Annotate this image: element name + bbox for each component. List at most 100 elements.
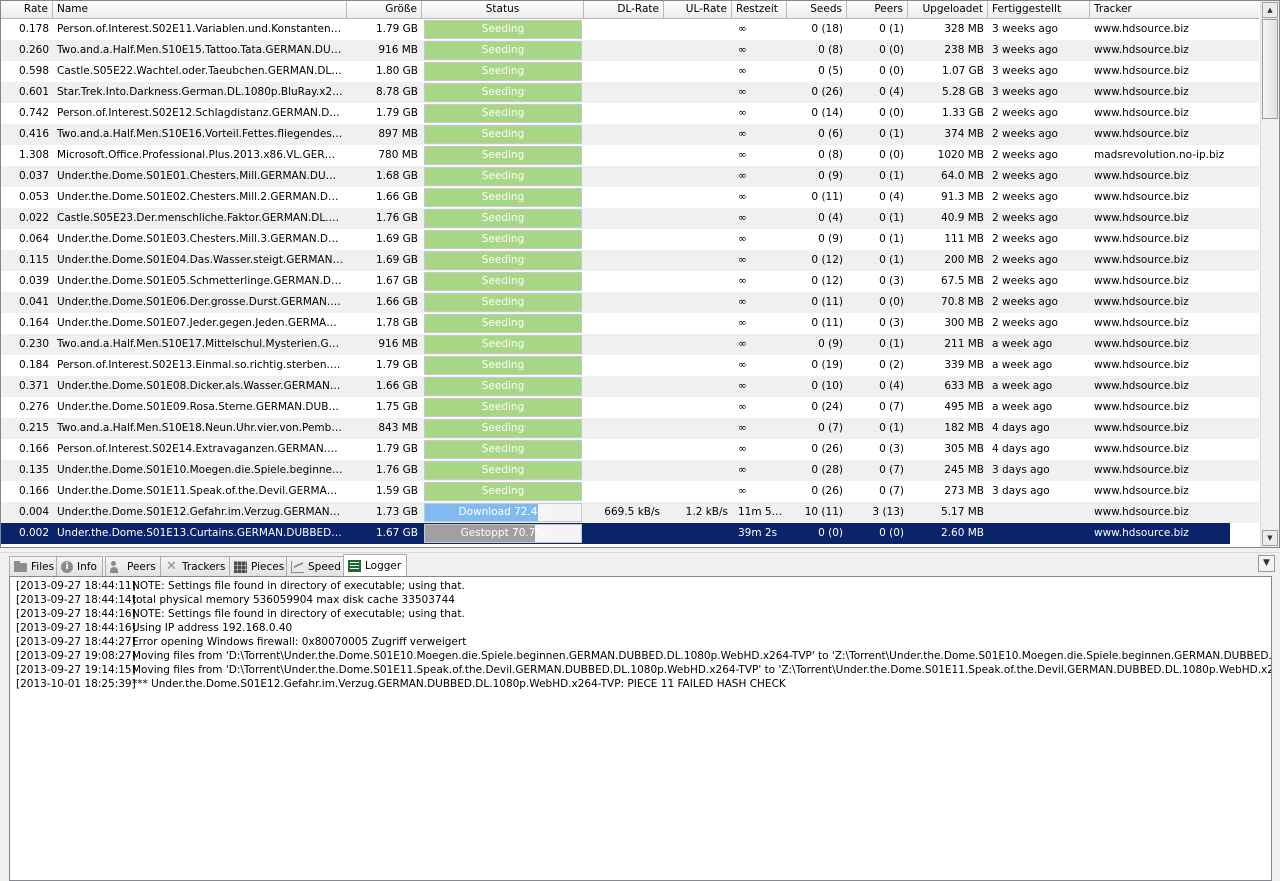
- scroll-down-icon[interactable]: ▼: [1262, 530, 1278, 546]
- torrent-row[interactable]: 1.308 Microsoft.Office.Professional.Plus.…: [1, 145, 1259, 166]
- torrent-row[interactable]: 0.004 Under.the.Dome.S01E12.Gefahr.im.Ver…: [1, 502, 1259, 523]
- peers-cell: 0 (1): [879, 23, 904, 35]
- name-cell: Under.the.Dome.S01E06.Der.grosse.Durst.G…: [57, 296, 347, 308]
- status-cell: Seeding: [422, 19, 584, 40]
- rate-cell: 0.135: [18, 464, 49, 476]
- uploaded-cell: 211 MB: [944, 338, 984, 350]
- tab-files[interactable]: Files: [9, 556, 61, 577]
- status-cell: Seeding: [422, 313, 584, 334]
- peers-cell: 0 (3): [879, 275, 904, 287]
- torrent-row[interactable]: 0.041 Under.the.Dome.S01E06.Der.grosse.Du…: [1, 292, 1259, 313]
- torrent-row[interactable]: 0.135 Under.the.Dome.S01E10.Moegen.die.Sp…: [1, 460, 1259, 481]
- size-cell: 1.79 GB: [375, 443, 418, 455]
- progress-bar: Seeding: [424, 356, 582, 375]
- progress-bar: Gestoppt 70.7%: [424, 524, 582, 543]
- tracker-cell: madsrevolution.no-ip.biz: [1094, 149, 1225, 161]
- ul-rate-cell: [664, 229, 732, 250]
- torrent-row[interactable]: 0.184 Person.of.Interest.S02E13.Einmal.so…: [1, 355, 1259, 376]
- tracker-cell: www.hdsource.biz: [1094, 464, 1189, 476]
- progress-bar: Seeding: [424, 62, 582, 81]
- tracker-cell: www.hdsource.biz: [1094, 254, 1189, 266]
- tab-files-label: Files: [31, 560, 55, 573]
- status-label: Seeding: [481, 86, 525, 98]
- torrent-row[interactable]: 0.178 Person.of.Interest.S02E11.Variablen…: [1, 19, 1259, 40]
- torrent-row[interactable]: 0.022 Castle.S05E23.Der.menschliche.Fakto…: [1, 208, 1259, 229]
- status-cell: Gestoppt 70.7%: [422, 523, 584, 544]
- tab-speed[interactable]: Speed: [286, 556, 347, 577]
- column-name[interactable]: Name: [53, 1, 347, 19]
- progress-bar: Seeding: [424, 41, 582, 60]
- column-seeds[interactable]: Seeds: [787, 1, 847, 19]
- scroll-up-icon[interactable]: ▲: [1262, 2, 1278, 18]
- rate-cell: 0.166: [18, 485, 49, 497]
- uploaded-cell: 67.5 MB: [941, 275, 984, 287]
- uploaded-cell: 495 MB: [944, 401, 984, 413]
- seeds-cell: 0 (26): [811, 485, 843, 497]
- column-completed[interactable]: Fertiggestellt: [988, 1, 1090, 19]
- size-cell: 1.67 GB: [375, 275, 418, 287]
- tab-logger[interactable]: Logger: [343, 554, 408, 577]
- progress-bar: Seeding: [424, 482, 582, 501]
- torrent-row[interactable]: 0.371 Under.the.Dome.S01E08.Dicker.als.Wa…: [1, 376, 1259, 397]
- tab-pieces[interactable]: Pieces: [229, 556, 291, 577]
- torrent-row[interactable]: 0.166 Under.the.Dome.S01E11.Speak.of.the.…: [1, 481, 1259, 502]
- size-cell: 780 MB: [378, 149, 418, 161]
- column-eta[interactable]: Restzeit: [732, 1, 787, 19]
- tab-peers[interactable]: Peers: [105, 556, 162, 577]
- tracker-cell: www.hdsource.biz: [1094, 170, 1189, 182]
- logger-panel[interactable]: [2013-09-27 18:44:11]NOTE: Settings file…: [9, 576, 1272, 881]
- rate-cell: 0.215: [18, 422, 49, 434]
- status-label: Seeding: [481, 464, 525, 476]
- log-line: [2013-09-27 19:14:15]Moving files from '…: [16, 663, 1271, 677]
- torrent-row[interactable]: 0.598 Castle.S05E22.Wachtel.oder.Taeubche…: [1, 61, 1259, 82]
- size-cell: 897 MB: [378, 128, 418, 140]
- column-dl-rate[interactable]: DL-Rate: [584, 1, 664, 19]
- torrent-row[interactable]: 0.230 Two.and.a.Half.Men.S10E17.Mittelsch…: [1, 334, 1259, 355]
- torrent-row[interactable]: 0.276 Under.the.Dome.S01E09.Rosa.Sterne.G…: [1, 397, 1259, 418]
- tab-trackers[interactable]: ✕ Trackers: [160, 556, 232, 577]
- status-cell: Download 72.4%: [422, 502, 584, 523]
- eta-cell: ∞: [738, 254, 747, 266]
- torrent-row[interactable]: 0.115 Under.the.Dome.S01E04.Das.Wasser.st…: [1, 250, 1259, 271]
- torrent-row[interactable]: 0.164 Under.the.Dome.S01E07.Jeder.gegen.J…: [1, 313, 1259, 334]
- column-size[interactable]: Größe: [347, 1, 422, 19]
- tab-info[interactable]: i Info: [56, 556, 103, 577]
- peers-cell: 0 (3): [879, 443, 904, 455]
- torrent-row[interactable]: 0.416 Two.and.a.Half.Men.S10E16.Vorteil.F…: [1, 124, 1259, 145]
- eta-cell: ∞: [738, 443, 747, 455]
- status-cell: Seeding: [422, 334, 584, 355]
- peers-cell: 0 (4): [879, 191, 904, 203]
- ul-rate-cell: [664, 460, 732, 481]
- column-peers[interactable]: Peers: [847, 1, 908, 19]
- torrent-row[interactable]: 0.166 Person.of.Interest.S02E14.Extravaga…: [1, 439, 1259, 460]
- detail-tab-bar: Files i Info Peers ✕ Trackers Pieces Spe…: [0, 552, 1280, 577]
- torrent-list[interactable]: Rate Name Größe Status DL-Rate UL-Rate R…: [0, 0, 1280, 548]
- torrent-row[interactable]: 0.039 Under.the.Dome.S01E05.Schmetterling…: [1, 271, 1259, 292]
- eta-cell: ∞: [738, 191, 747, 203]
- torrent-row[interactable]: 0.742 Person.of.Interest.S02E12.Schlagdis…: [1, 103, 1259, 124]
- tracker-cell: www.hdsource.biz: [1094, 23, 1189, 35]
- column-rate[interactable]: Rate: [1, 1, 53, 19]
- column-status[interactable]: Status: [422, 1, 584, 19]
- log-line: [2013-09-27 18:44:16]Using IP address 19…: [16, 621, 1271, 635]
- vertical-scrollbar[interactable]: ▲ ▼: [1260, 1, 1279, 547]
- seeds-cell: 0 (26): [811, 86, 843, 98]
- collapse-panel-icon[interactable]: ▼: [1258, 555, 1275, 572]
- torrent-row[interactable]: 0.053 Under.the.Dome.S01E02.Chesters.Mill…: [1, 187, 1259, 208]
- column-uploaded[interactable]: Upgeloadet: [908, 1, 988, 19]
- column-tracker[interactable]: Tracker: [1090, 1, 1259, 19]
- torrent-row[interactable]: 0.037 Under.the.Dome.S01E01.Chesters.Mill…: [1, 166, 1259, 187]
- scrollbar-thumb[interactable]: [1262, 19, 1278, 119]
- eta-cell: ∞: [738, 401, 747, 413]
- torrent-row[interactable]: 0.260 Two.and.a.Half.Men.S10E15.Tattoo.Ta…: [1, 40, 1259, 61]
- torrent-row-selected[interactable]: 0.002 Under.the.Dome.S01E13.Curtains.GERM…: [1, 523, 1259, 544]
- torrent-row[interactable]: 0.064 Under.the.Dome.S01E03.Chesters.Mill…: [1, 229, 1259, 250]
- seeds-cell: 0 (8): [818, 44, 843, 56]
- log-timestamp: [2013-09-27 19:14:15]: [16, 664, 136, 676]
- completed-cell: 2 weeks ago: [992, 212, 1058, 224]
- status-label: Seeding: [481, 107, 525, 119]
- torrent-row[interactable]: 0.601 Star.Trek.Into.Darkness.German.DL.1…: [1, 82, 1259, 103]
- torrent-row[interactable]: 0.215 Two.and.a.Half.Men.S10E18.Neun.Uhr.…: [1, 418, 1259, 439]
- uploaded-cell: 328 MB: [944, 23, 984, 35]
- column-ul-rate[interactable]: UL-Rate: [664, 1, 732, 19]
